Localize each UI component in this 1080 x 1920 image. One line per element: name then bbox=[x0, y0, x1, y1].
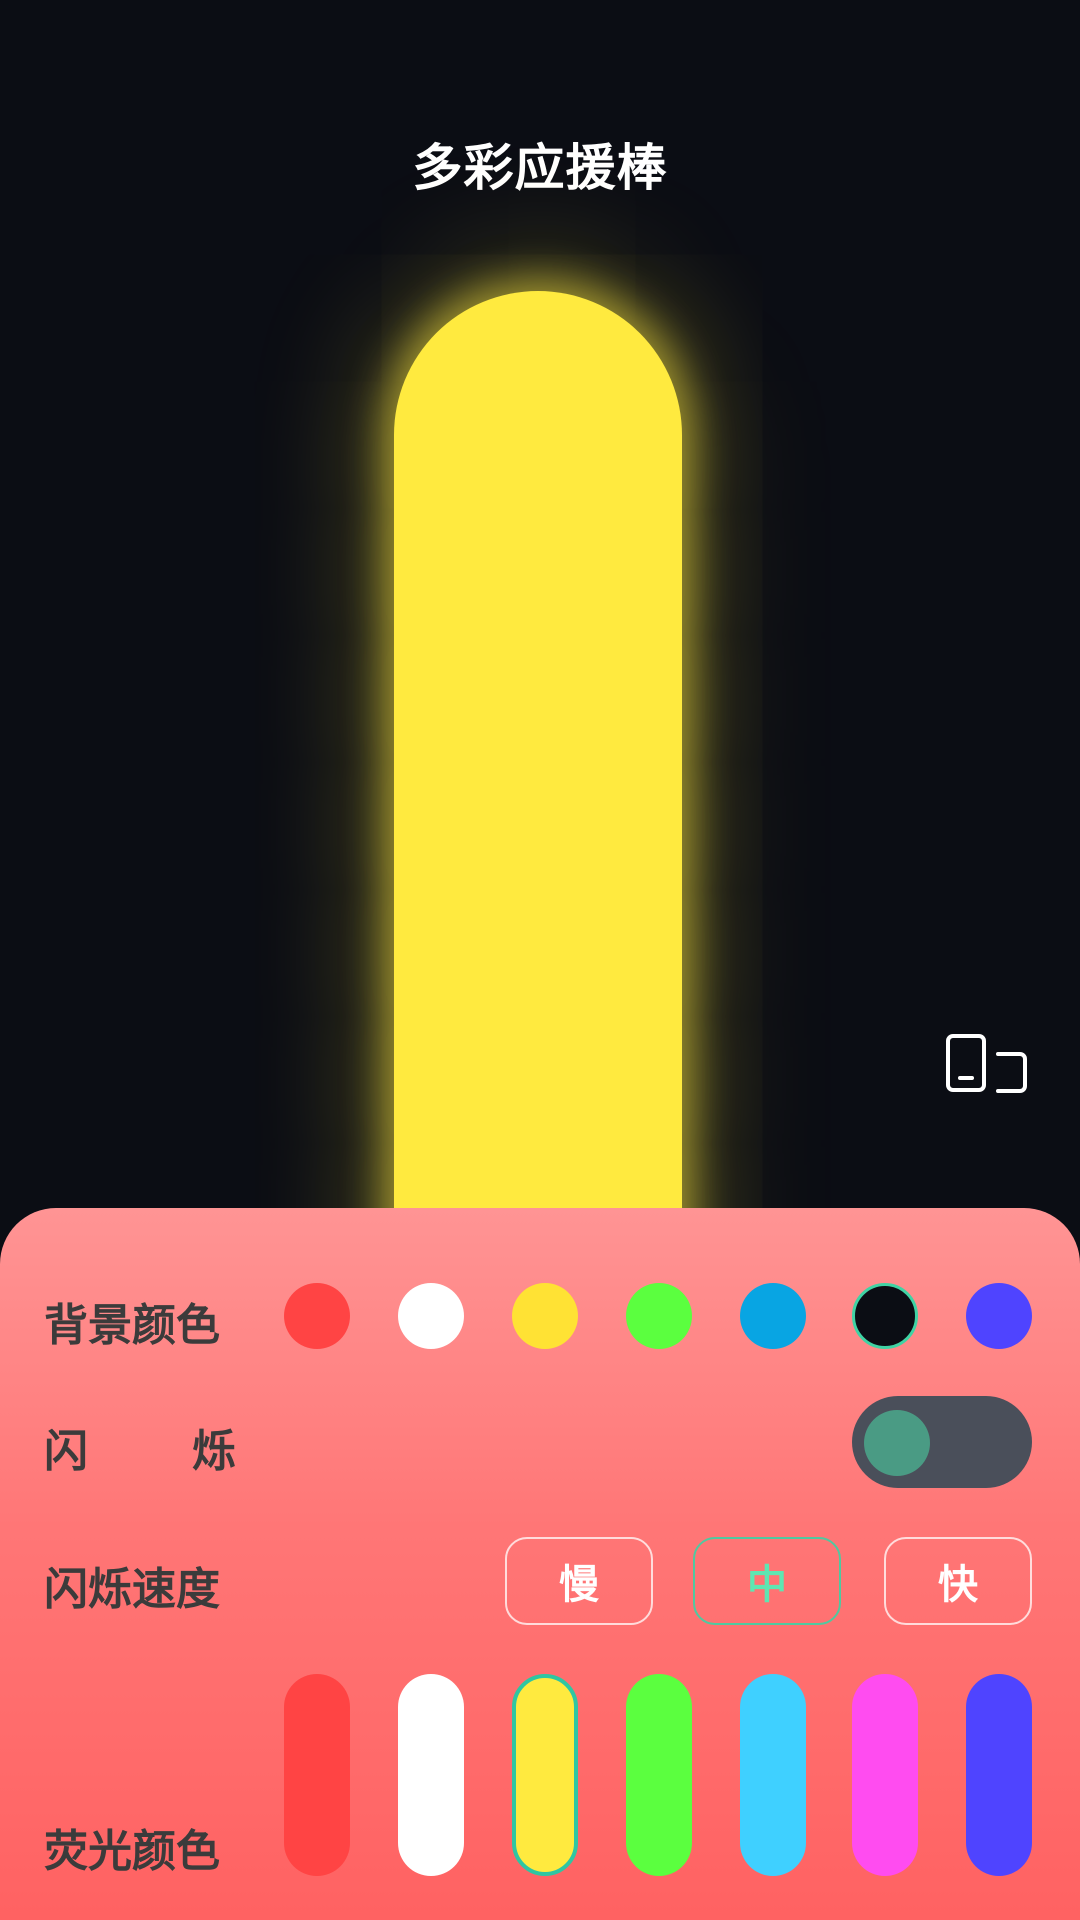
background-color-option[interactable] bbox=[626, 1283, 692, 1349]
background-color-option[interactable] bbox=[284, 1283, 350, 1349]
screen-rotate-button[interactable] bbox=[944, 1032, 1032, 1096]
flash-label-text: 闪烁 bbox=[44, 1415, 236, 1479]
glow-color-option[interactable] bbox=[284, 1674, 350, 1876]
page-title: 多彩应援棒 bbox=[412, 139, 668, 197]
background-color-option[interactable] bbox=[512, 1283, 578, 1349]
glow-stick-screen: 多彩应援棒 背景颜色 闪烁 闪烁速度 慢中快 荧光颜色 bbox=[0, 0, 1080, 1920]
glow-color-option[interactable] bbox=[966, 1674, 1032, 1876]
glow-color-option[interactable] bbox=[626, 1674, 692, 1876]
flash-toggle-knob bbox=[864, 1410, 930, 1476]
flash-label-char: 闪 bbox=[44, 1426, 88, 1477]
glow-color-label: 荧光颜色 bbox=[44, 1826, 220, 1877]
flash-label: 闪烁 bbox=[44, 1415, 236, 1479]
screen-rotate-icon bbox=[946, 1034, 1027, 1093]
glow-color-option[interactable] bbox=[852, 1674, 918, 1876]
flash-speed-option[interactable]: 慢 bbox=[505, 1537, 653, 1625]
background-color-option[interactable] bbox=[966, 1283, 1032, 1349]
flash-speed-label: 闪烁速度 bbox=[44, 1564, 220, 1615]
background-color-label: 背景颜色 bbox=[44, 1300, 220, 1351]
flash-speed-option[interactable]: 快 bbox=[884, 1537, 1032, 1625]
background-color-option[interactable] bbox=[398, 1283, 464, 1349]
background-color-option[interactable] bbox=[740, 1283, 806, 1349]
glow-color-option[interactable] bbox=[398, 1674, 464, 1876]
glow-color-option[interactable] bbox=[740, 1674, 806, 1876]
flash-label-char: 烁 bbox=[192, 1426, 236, 1477]
background-color-option[interactable] bbox=[852, 1283, 918, 1349]
glow-stick bbox=[394, 291, 682, 1291]
glow-color-option[interactable] bbox=[512, 1674, 578, 1876]
flash-speed-option[interactable]: 中 bbox=[693, 1537, 841, 1625]
flash-toggle[interactable] bbox=[852, 1396, 1032, 1488]
